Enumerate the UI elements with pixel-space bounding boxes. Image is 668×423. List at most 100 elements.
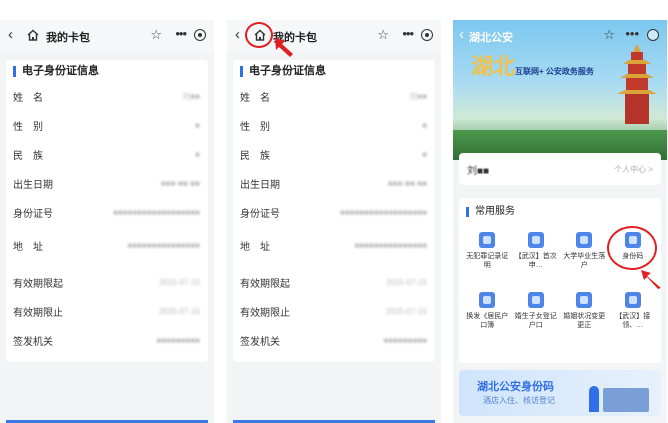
row-label: 有效期限起 bbox=[13, 278, 63, 290]
phone-panel-1: ‹ 我的卡包 ☆ ••• 电子身份证信息 姓 名 刘■■ 性 别 ■ 民 族 ■ 出生… bbox=[0, 20, 214, 423]
yellow-crane-tower-icon bbox=[617, 44, 657, 124]
person-icon bbox=[576, 232, 593, 248]
section-title: 电子身份证信息 bbox=[240, 66, 326, 77]
id-code-promo-banner[interactable]: 湖北公安身份码 酒店入住、核访登记 bbox=[459, 370, 661, 416]
info-row: 性 别 ■ bbox=[240, 111, 427, 139]
star-icon[interactable]: ☆ bbox=[603, 27, 615, 43]
back-icon[interactable]: ‹ bbox=[459, 26, 464, 43]
services-card: 常用服务 无犯罪记录证明 【武汉】首次申… 大学毕业生落户 身份码 换发《居民户… bbox=[459, 198, 661, 363]
service-label: 大学毕业生落户 bbox=[563, 253, 606, 269]
row-value: ■ bbox=[195, 120, 200, 130]
row-value: 刘■■ bbox=[409, 91, 427, 101]
service-item[interactable]: 大学毕业生落户 bbox=[560, 228, 609, 282]
section-title: 电子身份证信息 bbox=[13, 66, 99, 77]
promo-subtitle: 酒店入住、核访登记 bbox=[483, 396, 555, 405]
info-row: 民 族 ■ bbox=[240, 140, 427, 168]
service-label: 婚生子女登记户口 bbox=[514, 313, 557, 329]
service-item[interactable]: 换发《居民户口簿 bbox=[463, 288, 512, 342]
phone-panel-3: ‹ 湖北公安 ☆ ••• 湖北 互联网+ 公安政务服务 刘■■ 个人中心 > 常… bbox=[453, 20, 667, 423]
service-item[interactable]: 无犯罪记录证明 bbox=[463, 228, 512, 282]
row-value: 2015-07-15 bbox=[159, 277, 200, 287]
id-card-icon bbox=[624, 292, 641, 308]
info-row: 有效期限起 2015-07-15 bbox=[240, 268, 427, 296]
row-label: 出生日期 bbox=[13, 179, 53, 191]
row-value: ■■■■■■■■■■■■■■■■■■ bbox=[113, 207, 200, 217]
row-label: 地 址 bbox=[13, 241, 43, 253]
id-info-card: 电子身份证信息 姓 名 刘■■ 性 别 ■ 民 族 ■ 出生日期 ■■■-■■-■■ 身… bbox=[233, 60, 435, 362]
home-icon[interactable] bbox=[26, 28, 40, 42]
info-row: 出生日期 ■■■-■■-■■ bbox=[240, 169, 427, 197]
badge-icon bbox=[479, 232, 496, 248]
more-icon[interactable]: ••• bbox=[402, 26, 414, 41]
row-value: 刘■■ bbox=[182, 91, 200, 101]
pointer-arrow-icon bbox=[641, 270, 661, 289]
mini-program-close-icon[interactable] bbox=[421, 29, 433, 41]
row-label: 姓 名 bbox=[240, 92, 270, 104]
user-name: 刘■■ bbox=[467, 165, 490, 177]
info-row: 有效期限止 2025-07-15 bbox=[240, 297, 427, 325]
service-item[interactable]: 【武汉】首次申… bbox=[512, 228, 561, 282]
screenshot-stage: ‹ 我的卡包 ☆ ••• 电子身份证信息 姓 名刘■■ 性 别 ■ 民 族 ■ 出生… bbox=[0, 0, 668, 423]
row-label: 民 族 bbox=[13, 150, 43, 162]
service-item[interactable]: 婚生子女登记户口 bbox=[512, 288, 561, 342]
info-row: 出生日期 ■■■-■■-■■ bbox=[13, 169, 200, 197]
row-label: 身份证号 bbox=[240, 208, 280, 220]
mini-program-close-icon[interactable] bbox=[647, 29, 659, 41]
more-icon[interactable]: ••• bbox=[175, 26, 187, 41]
service-item[interactable]: 【武汉】接领、… bbox=[609, 288, 658, 342]
row-label: 性 别 bbox=[240, 121, 270, 133]
pointer-arrow-icon bbox=[275, 38, 293, 57]
desk-illustration bbox=[603, 388, 649, 412]
row-label: 出生日期 bbox=[240, 179, 280, 191]
row-value: ■ bbox=[195, 149, 200, 159]
info-row: 地 址 ■■■■■■■■■■■■■■■ bbox=[240, 227, 427, 263]
service-label: 婚姻状况变更更正 bbox=[563, 313, 606, 329]
row-label: 民 族 bbox=[240, 150, 270, 162]
page-title: 湖北公安 bbox=[469, 32, 513, 44]
row-value: 2025-07-15 bbox=[386, 306, 427, 316]
row-label: 姓 名 bbox=[13, 92, 43, 104]
service-label: 无犯罪记录证明 bbox=[466, 253, 509, 269]
book-icon bbox=[479, 292, 496, 308]
info-row: 姓 名 刘■■ bbox=[13, 82, 200, 110]
services-title: 常用服务 bbox=[466, 207, 515, 217]
banner-calligraphy: 湖北 bbox=[471, 54, 516, 80]
id-card-icon bbox=[527, 232, 544, 248]
user-bar[interactable]: 刘■■ 个人中心 > bbox=[459, 153, 661, 185]
person-illustration bbox=[589, 386, 599, 412]
row-value: ■ bbox=[422, 120, 427, 130]
row-label: 有效期限止 bbox=[13, 307, 63, 319]
page-title: 我的卡包 bbox=[46, 32, 90, 44]
row-label: 签发机关 bbox=[240, 336, 280, 348]
top-bar: ‹ 我的卡包 ☆ ••• bbox=[0, 20, 214, 52]
star-icon[interactable]: ☆ bbox=[150, 27, 162, 43]
star-icon[interactable]: ☆ bbox=[377, 27, 389, 43]
info-row: 身份证号 ■■■■■■■■■■■■■■■■■■ bbox=[13, 198, 200, 226]
service-label: 【武汉】首次申… bbox=[514, 253, 557, 269]
info-row: 性 别 ■ bbox=[13, 111, 200, 139]
back-icon[interactable]: ‹ bbox=[235, 27, 240, 43]
row-value: ■ bbox=[422, 149, 427, 159]
row-value: ■■■■■■■■■■■■■■■ bbox=[354, 240, 427, 250]
row-value: ■■■■■■■■■ bbox=[383, 335, 428, 345]
row-label: 签发机关 bbox=[13, 336, 53, 348]
row-value: ■■■■■■■■■■■■■■■ bbox=[127, 240, 200, 250]
info-row: 民 族 ■ bbox=[13, 140, 200, 168]
highlight-circle bbox=[607, 226, 657, 270]
info-row: 有效期限止 2025-07-15 bbox=[13, 297, 200, 325]
banner: ‹ 湖北公安 ☆ ••• 湖北 互联网+ 公安政务服务 bbox=[453, 20, 667, 160]
user-center-link[interactable]: 个人中心 > bbox=[614, 164, 653, 175]
back-icon[interactable]: ‹ bbox=[8, 27, 13, 43]
banner-slogan: 互联网+ 公安政务服务 bbox=[515, 67, 594, 76]
row-value: ■■■■■■■■■ bbox=[156, 335, 201, 345]
info-row: 签发机关 ■■■■■■■■■ bbox=[13, 326, 200, 354]
mini-program-close-icon[interactable] bbox=[194, 29, 206, 41]
row-value: 2025-07-15 bbox=[159, 306, 200, 316]
info-row: 有效期限起 2015-07-15 bbox=[13, 268, 200, 296]
phone-panel-2: ‹ 我的卡包 ☆ ••• 电子身份证信息 姓 名刘■■ 性 别 ■ 民 族 ■ 出生… bbox=[227, 20, 441, 423]
more-icon[interactable]: ••• bbox=[625, 26, 639, 41]
service-label: 换发《居民户口簿 bbox=[466, 313, 509, 329]
id-info-card: 电子身份证信息 姓 名 刘■■ 性 别 ■ 民 族 ■ 出生日期 ■■■-■■-■■ 身… bbox=[6, 60, 208, 362]
service-item[interactable]: 婚姻状况变更更正 bbox=[560, 288, 609, 342]
highlight-circle bbox=[245, 22, 273, 48]
